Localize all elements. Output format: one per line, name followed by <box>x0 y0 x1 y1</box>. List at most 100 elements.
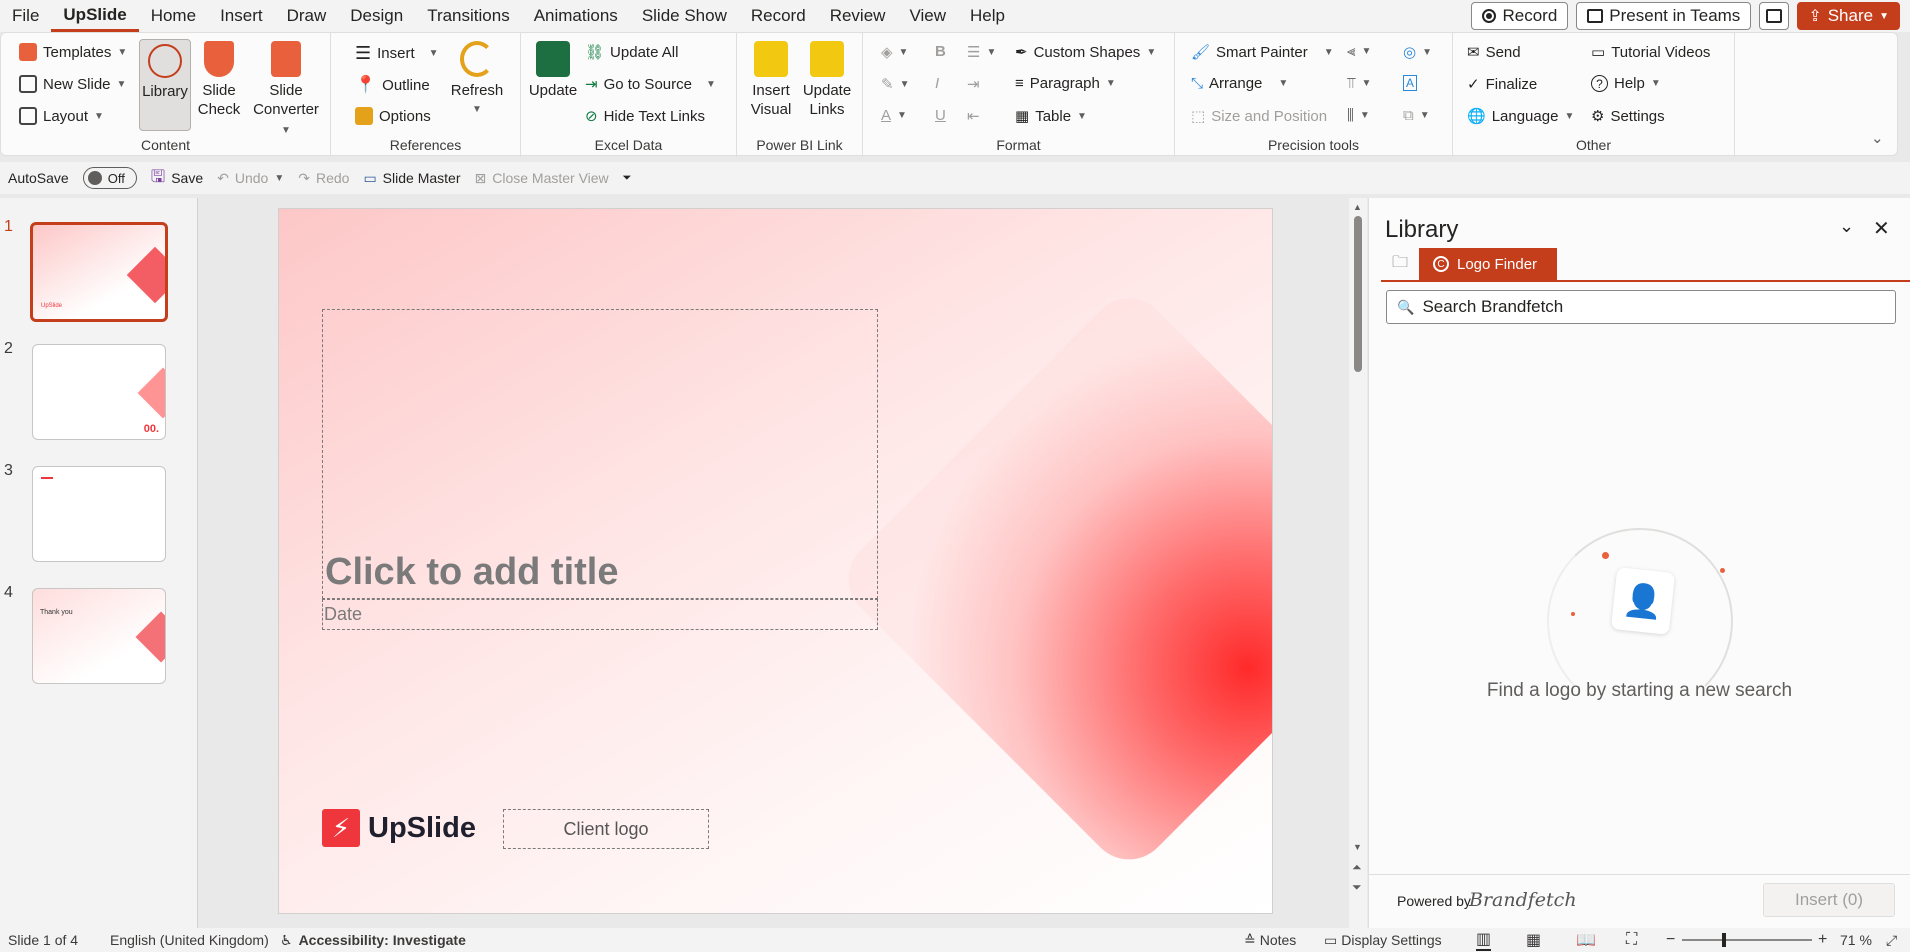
pane-options-chevron-icon[interactable]: ⌄ <box>1839 216 1854 237</box>
reading-view-icon[interactable]: 📖 <box>1576 930 1596 950</box>
excel-update-button[interactable]: Update <box>525 41 581 100</box>
paragraph-button[interactable]: ≡ Paragraph ▼ <box>1015 75 1116 92</box>
options-button[interactable]: Options <box>355 107 431 125</box>
help-button[interactable]: ? Help ▼ <box>1591 75 1661 92</box>
language-button[interactable]: 🌐 Language ▼ <box>1467 107 1574 126</box>
slideshow-view-icon[interactable]: ⛶ <box>1626 931 1637 949</box>
outdent-button[interactable]: ⇤ <box>967 107 980 125</box>
present-in-teams-button[interactable]: Present in Teams <box>1576 2 1752 30</box>
slide-thumbnail-1[interactable]: UpSlide <box>30 222 168 322</box>
slide-thumbnail-3[interactable] <box>32 466 166 562</box>
layout-button[interactable]: Layout ▼ <box>19 107 104 125</box>
library-button[interactable]: Library <box>139 39 191 131</box>
slide-canvas[interactable]: Click to add title Date ⚡ UpSlide Client… <box>278 208 1273 914</box>
insert-button[interactable]: Insert (0) <box>1763 883 1895 917</box>
text-box-button[interactable]: A <box>1403 75 1418 91</box>
references-insert-button[interactable]: ☰ Insert ▼ <box>355 43 439 64</box>
table-button[interactable]: ▦ Table ▼ <box>1015 107 1087 126</box>
notes-button[interactable]: ≙ Notes <box>1244 932 1296 949</box>
finalize-button[interactable]: ✓ Finalize <box>1467 75 1537 94</box>
slide-converter-button[interactable]: Slide Converter ▼ <box>247 41 325 140</box>
date-placeholder[interactable]: Date <box>322 599 878 630</box>
italic-button[interactable]: I <box>935 75 939 92</box>
tab-record[interactable]: Record <box>739 0 818 32</box>
update-links-button[interactable]: Update Links <box>799 41 855 119</box>
tab-design[interactable]: Design <box>338 0 415 32</box>
tab-help[interactable]: Help <box>958 0 1017 32</box>
close-master-view-button[interactable]: ⊠ Close Master View <box>474 170 608 187</box>
redo-button[interactable]: ↷ Redo <box>298 170 349 187</box>
zoom-slider-thumb[interactable] <box>1722 933 1726 947</box>
comments-button[interactable] <box>1759 2 1790 30</box>
tab-home[interactable]: Home <box>139 0 208 32</box>
font-color-button[interactable]: A ▼ <box>881 107 907 124</box>
tutorial-videos-button[interactable]: ▭ Tutorial Videos <box>1591 43 1710 62</box>
custom-shapes-button[interactable]: ✒ Custom Shapes ▼ <box>1015 43 1156 62</box>
autosave-toggle[interactable]: Off <box>82 167 137 189</box>
ribbon-collapse-button[interactable]: ⌄ <box>1871 129 1884 147</box>
accessibility-status[interactable]: ♿ Accessibility: Investigate <box>280 932 466 949</box>
underline-button[interactable]: U <box>935 107 946 124</box>
scrollbar-thumb[interactable] <box>1354 216 1362 372</box>
tab-insert[interactable]: Insert <box>208 0 275 32</box>
slide-sorter-icon[interactable]: ▦ <box>1526 930 1541 950</box>
align-button[interactable]: ☰ ▼ <box>967 43 996 61</box>
new-slide-button[interactable]: New Slide ▼ <box>19 75 126 93</box>
slide-master-button[interactable]: ▭ Slide Master <box>363 170 460 187</box>
previous-slide-icon[interactable]: ⏶ <box>1352 860 1362 875</box>
arrange-button[interactable]: ⤡ Arrange ▼ <box>1191 75 1288 92</box>
zoom-in-icon[interactable]: + <box>1818 931 1827 949</box>
undo-button[interactable]: ↶ Undo ▼ <box>217 170 284 187</box>
customize-qat-button[interactable]: ⏷ <box>623 172 632 185</box>
indent-button[interactable]: ⇥ <box>967 75 980 93</box>
slide-check-button[interactable]: Slide Check <box>197 41 241 119</box>
title-placeholder[interactable]: Click to add title <box>322 309 878 599</box>
zoom-level[interactable]: 71 % <box>1840 932 1872 948</box>
send-button[interactable]: ✉ Send <box>1467 43 1521 62</box>
distribute-button[interactable]: ⫼ ▼ <box>1347 107 1370 124</box>
zoom-out-icon[interactable]: − <box>1666 931 1675 949</box>
tab-transitions[interactable]: Transitions <box>415 0 522 32</box>
language-status[interactable]: English (United Kingdom) <box>110 932 269 948</box>
tab-animations[interactable]: Animations <box>522 0 630 32</box>
next-slide-icon[interactable]: ⏷ <box>1352 880 1362 895</box>
close-pane-icon[interactable]: ✕ <box>1873 216 1890 241</box>
fill-color-button[interactable]: ◈ ▼ <box>881 43 908 61</box>
hide-text-links-button[interactable]: ⊘ Hide Text Links <box>585 107 705 126</box>
settings-button[interactable]: ⚙ Settings <box>1591 107 1665 126</box>
slide-thumbnail-2[interactable]: 00. <box>32 344 166 440</box>
share-button[interactable]: ⇪ Share ▼ <box>1797 2 1900 30</box>
update-all-button[interactable]: ⛓ Update All <box>585 43 678 62</box>
slide-thumbnail-4[interactable]: Thank you <box>32 588 166 684</box>
tab-folder[interactable]: 🗀 <box>1381 248 1419 280</box>
group-objects-button[interactable]: ⧉ ▼ <box>1403 107 1430 124</box>
tab-slide-show[interactable]: Slide Show <box>630 0 739 32</box>
shapes-button[interactable]: ◎ ▼ <box>1403 43 1432 61</box>
record-button[interactable]: Record <box>1471 2 1569 30</box>
bold-button[interactable]: B <box>935 43 946 60</box>
tab-review[interactable]: Review <box>818 0 898 32</box>
tab-file[interactable]: File <box>0 0 51 32</box>
zoom-slider[interactable] <box>1682 933 1812 947</box>
tab-view[interactable]: View <box>897 0 958 32</box>
display-settings-button[interactable]: ▭ Display Settings <box>1324 932 1442 949</box>
line-color-button[interactable]: ✎ ▼ <box>881 75 909 93</box>
align-objects-button[interactable]: ⫷ ▼ <box>1347 43 1371 60</box>
refresh-button[interactable]: Refresh ▼ <box>447 41 507 119</box>
vertical-scrollbar[interactable]: ▲ ▼ ⏶ ⏷ <box>1349 198 1367 928</box>
normal-view-icon[interactable]: ▥ <box>1476 929 1492 951</box>
fit-to-window-icon[interactable]: ⤢ <box>1886 932 1897 949</box>
client-logo-placeholder[interactable]: Client logo <box>503 809 709 849</box>
smart-painter-button[interactable]: 🖌 Smart Painter ▼ <box>1191 43 1334 62</box>
save-button[interactable]: 🖫 Save <box>151 164 203 193</box>
insert-visual-button[interactable]: Insert Visual <box>745 41 797 119</box>
tab-draw[interactable]: Draw <box>275 0 339 32</box>
templates-button[interactable]: Templates ▼ <box>19 43 127 61</box>
align-top-button[interactable]: ⫪ ▼ <box>1347 75 1371 92</box>
tab-logo-finder[interactable]: C Logo Finder <box>1419 248 1557 280</box>
outline-button[interactable]: 📍 Outline <box>355 75 430 95</box>
tab-upslide[interactable]: UpSlide <box>51 0 139 32</box>
go-to-source-button[interactable]: ⇥ Go to Source ▼ <box>585 75 716 94</box>
size-and-position-button[interactable]: ⬚ Size and Position <box>1191 107 1327 126</box>
brandfetch-search-input[interactable]: 🔍 Search Brandfetch <box>1386 290 1896 324</box>
